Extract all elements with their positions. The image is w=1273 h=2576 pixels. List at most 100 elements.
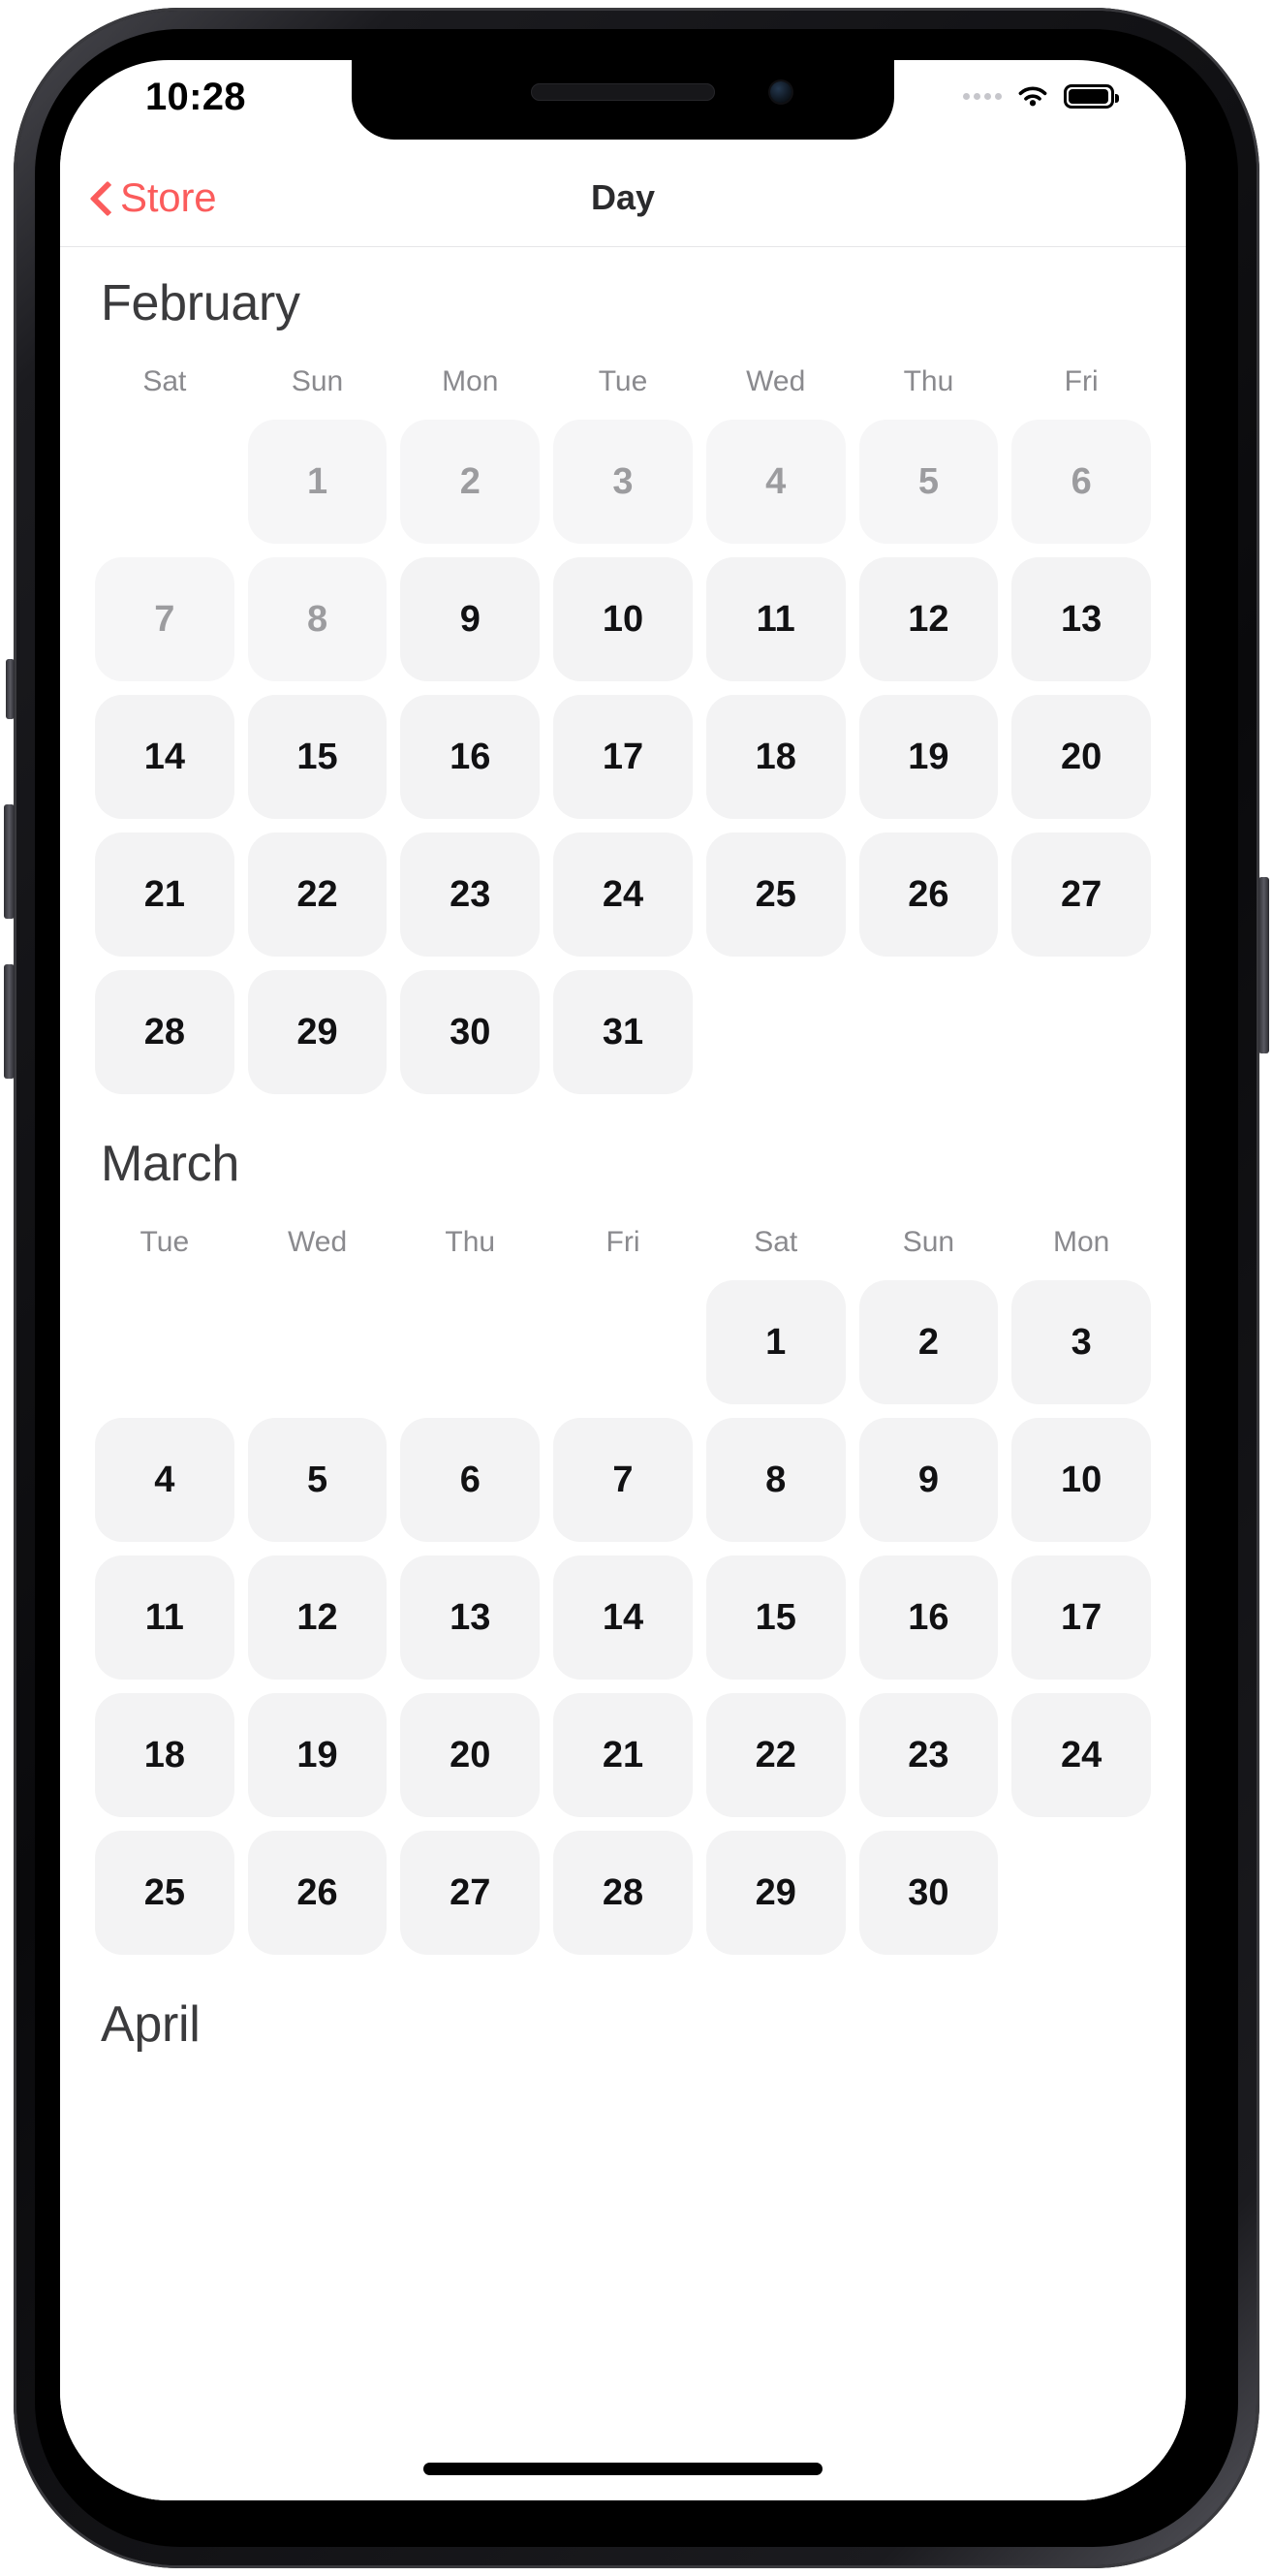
month-title: March	[101, 1136, 239, 1192]
calendar-scroll-view[interactable]: February Sat Sun Mon Tue Wed Thu Fri 1 2 3 4 5 6 7 8 9 10…	[60, 247, 1186, 2500]
calendar-week-row: 14 15 16 17 18 19 20	[95, 695, 1151, 819]
calendar-week-row: 4 5 6 7 8 9 10	[95, 1418, 1151, 1542]
phone-screen: 10:28 Store Day February Sat Sun Mon Tue Wed T…	[60, 60, 1186, 2500]
calendar-day-cell[interactable]: 7	[553, 1418, 693, 1542]
calendar-day-cell[interactable]: 15	[247, 695, 388, 819]
calendar-day-placeholder	[706, 970, 846, 1094]
calendar-week-row: 18 19 20 21 22 23 24	[95, 1693, 1151, 1817]
weekday-label: Fri	[1064, 365, 1099, 397]
calendar-day-cell[interactable]: 24	[1011, 1693, 1151, 1817]
calendar-day-cell[interactable]: 31	[553, 970, 693, 1094]
weekday-label: Mon	[1052, 1226, 1110, 1258]
weekday-label: Sat	[142, 365, 187, 397]
calendar-day-cell[interactable]: 15	[705, 1555, 846, 1680]
calendar-day-cell[interactable]: 14	[553, 1555, 693, 1680]
calendar-day-placeholder	[1011, 1831, 1151, 1955]
month-title: April	[101, 1996, 201, 2053]
calendar-day-cell: 1	[247, 420, 388, 544]
calendar-day-cell[interactable]: 3	[1011, 1280, 1151, 1404]
power-button[interactable]	[1258, 877, 1269, 1053]
wifi-icon	[1018, 86, 1047, 107]
weekday-label: Wed	[746, 365, 806, 397]
calendar-week-row: 21 22 23 24 25 26 27	[95, 832, 1151, 957]
silent-switch[interactable]	[6, 659, 15, 719]
calendar-day-cell: 7	[95, 557, 234, 681]
calendar-day-cell[interactable]: 12	[247, 1555, 388, 1680]
calendar-day-placeholder	[1011, 970, 1151, 1094]
status-icons	[963, 83, 1119, 110]
calendar-day-cell[interactable]: 13	[400, 1555, 541, 1680]
calendar-day-cell[interactable]: 11	[705, 557, 846, 681]
calendar-day-cell[interactable]: 23	[400, 832, 541, 957]
calendar-day-cell[interactable]: 25	[95, 1831, 234, 1955]
volume-down-button[interactable]	[4, 964, 15, 1079]
weekday-label: Thu	[445, 1226, 496, 1258]
calendar-day-cell[interactable]: 14	[95, 695, 234, 819]
notch	[352, 60, 894, 140]
calendar-day-cell[interactable]: 29	[247, 970, 388, 1094]
calendar-day-cell[interactable]: 21	[95, 832, 234, 957]
calendar-day-cell[interactable]: 12	[858, 557, 999, 681]
calendar-day-cell[interactable]: 28	[553, 1831, 693, 1955]
calendar-day-cell[interactable]: 11	[95, 1555, 234, 1680]
calendar-day-cell[interactable]: 29	[705, 1831, 846, 1955]
calendar-day-cell[interactable]: 27	[400, 1831, 541, 1955]
weekday-label: Sun	[291, 365, 344, 397]
calendar-day-placeholder	[400, 1280, 540, 1404]
month-block: April	[60, 1968, 1186, 2061]
calendar-week-row: 28 29 30 31	[95, 970, 1151, 1094]
calendar-day-cell[interactable]: 18	[705, 695, 846, 819]
calendar-day-cell[interactable]: 16	[858, 1555, 999, 1680]
calendar-day-cell[interactable]: 27	[1011, 832, 1151, 957]
weekday-label: Tue	[140, 1226, 190, 1258]
home-indicator[interactable]	[423, 2463, 823, 2475]
calendar-day-cell: 4	[705, 420, 846, 544]
calendar-day-cell[interactable]: 19	[247, 1693, 388, 1817]
weekday-label: Sat	[754, 1226, 798, 1258]
volume-up-button[interactable]	[4, 804, 15, 919]
calendar-day-cell[interactable]: 9	[858, 1418, 999, 1542]
calendar-day-cell: 6	[1011, 420, 1151, 544]
calendar-day-cell[interactable]: 30	[858, 1831, 999, 1955]
calendar-day-cell[interactable]: 25	[705, 832, 846, 957]
calendar-day-cell[interactable]: 23	[858, 1693, 999, 1817]
calendar-week-row: 25 26 27 28 29 30	[95, 1831, 1151, 1955]
calendar-day-cell[interactable]: 22	[705, 1693, 846, 1817]
weekday-label: Fri	[605, 1226, 640, 1258]
calendar-day-cell[interactable]: 22	[247, 832, 388, 957]
calendar-day-cell[interactable]: 9	[400, 557, 541, 681]
weekday-header-row: Tue Wed Thu Fri Sat Sun Mon	[95, 1226, 1151, 1259]
calendar-day-cell[interactable]: 21	[553, 1693, 693, 1817]
calendar-day-placeholder	[95, 1280, 234, 1404]
calendar-day-cell[interactable]: 18	[95, 1693, 234, 1817]
battery-icon	[1064, 84, 1119, 109]
calendar-day-cell[interactable]: 6	[400, 1418, 541, 1542]
calendar-day-cell[interactable]: 20	[1011, 695, 1151, 819]
calendar-day-cell[interactable]: 4	[95, 1418, 234, 1542]
calendar-day-cell[interactable]: 16	[400, 695, 541, 819]
calendar-day-cell[interactable]: 26	[858, 832, 999, 957]
calendar-day-cell[interactable]: 8	[705, 1418, 846, 1542]
calendar-week-row: 11 12 13 14 15 16 17	[95, 1555, 1151, 1680]
calendar-week-row: 123	[95, 1280, 1151, 1404]
calendar-day-cell[interactable]: 13	[1011, 557, 1151, 681]
calendar-day-cell[interactable]: 17	[1011, 1555, 1151, 1680]
calendar-day-cell[interactable]: 26	[247, 1831, 388, 1955]
month-block: March Tue Wed Thu Fri Sat Sun Mon 1 2 3 4 5 6 7 8 9 10 11 1…	[60, 1108, 1186, 1955]
calendar-day-cell[interactable]: 28	[95, 970, 234, 1094]
calendar-day-cell[interactable]: 2	[858, 1280, 999, 1404]
calendar-day-cell: 5	[858, 420, 999, 544]
calendar-day-cell: 3	[553, 420, 693, 544]
front-camera-icon	[770, 81, 792, 103]
calendar-day-cell[interactable]: 1	[705, 1280, 846, 1404]
calendar-day-cell[interactable]: 17	[553, 695, 693, 819]
calendar-day-cell[interactable]: 5	[247, 1418, 388, 1542]
calendar-day-cell[interactable]: 19	[858, 695, 999, 819]
calendar-day-cell[interactable]: 20	[400, 1693, 541, 1817]
calendar-day-cell[interactable]: 24	[553, 832, 693, 957]
calendar-week-row: 7 8 9 10 11 12 13	[95, 557, 1151, 681]
calendar-day-cell[interactable]: 30	[400, 970, 541, 1094]
calendar-day-cell[interactable]: 10	[553, 557, 693, 681]
calendar-day-cell[interactable]: 10	[1011, 1418, 1151, 1542]
page-title: Day	[590, 177, 656, 217]
